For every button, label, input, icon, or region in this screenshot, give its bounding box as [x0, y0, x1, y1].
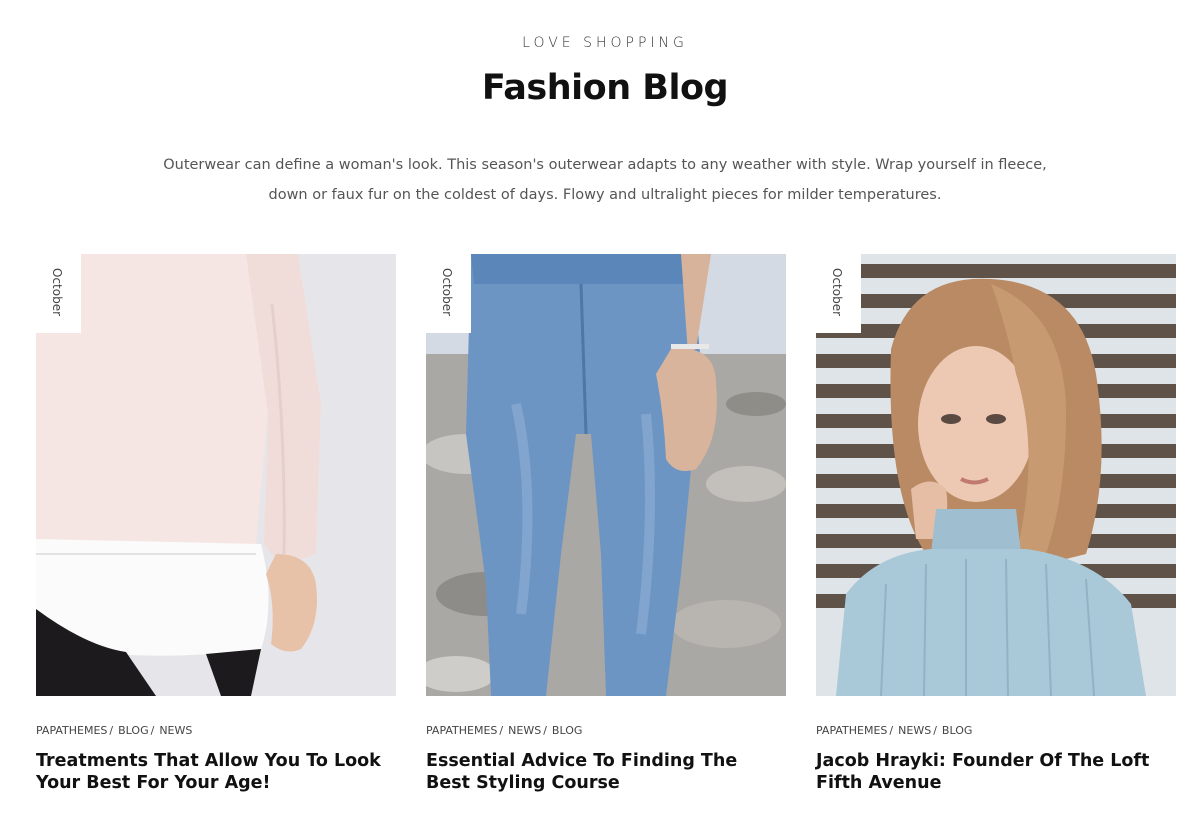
post-image-link[interactable]: October	[816, 254, 1176, 696]
intro-text: Outerwear can define a woman's look. Thi…	[150, 150, 1060, 210]
page-title: Fashion Blog	[481, 68, 729, 108]
date-badge: October	[36, 254, 81, 333]
post-title-link[interactable]: Jacob Hrayki: Founder Of The Loft Fifth …	[816, 750, 1176, 794]
blog-card: October PAPATHEMES / NEWS / BLOG Essential A…	[426, 254, 786, 794]
category-link[interactable]: PAPATHEMES	[426, 724, 497, 737]
blog-card: October PAPATHEMES / BLOG / NEWS Treatments …	[36, 254, 396, 794]
blog-card: October PAPATHEMES / NEWS / BLOG Jacob Hrayk…	[816, 254, 1176, 794]
post-image-link[interactable]: October	[426, 254, 786, 696]
category-link[interactable]: NEWS	[159, 724, 192, 737]
post-title-link[interactable]: Essential Advice To Finding The Best Sty…	[426, 750, 786, 794]
category-link[interactable]: BLOG	[942, 724, 972, 737]
post-image-link[interactable]: October	[36, 254, 396, 696]
post-categories: PAPATHEMES / NEWS / BLOG	[426, 724, 583, 737]
woman-pink-sweater-photo[interactable]	[36, 254, 396, 696]
date-badge: October	[426, 254, 471, 333]
post-date: October	[50, 268, 64, 317]
category-link[interactable]: BLOG	[118, 724, 148, 737]
woman-blue-turtleneck-photo[interactable]	[816, 254, 1176, 696]
intro-line: Outerwear can define a woman's look. Thi…	[163, 157, 1047, 173]
post-date: October	[830, 268, 844, 317]
date-badge: October	[816, 254, 861, 333]
post-categories: PAPATHEMES / BLOG / NEWS	[36, 724, 193, 737]
woman-blue-jeans-photo[interactable]	[426, 254, 786, 696]
category-link[interactable]: BLOG	[552, 724, 582, 737]
category-link[interactable]: NEWS	[898, 724, 931, 737]
post-categories: PAPATHEMES / NEWS / BLOG	[816, 724, 973, 737]
post-date: October	[440, 268, 454, 317]
category-link[interactable]: PAPATHEMES	[36, 724, 107, 737]
post-title-link[interactable]: Treatments That Allow You To Look Your B…	[36, 750, 396, 794]
intro-line: down or faux fur on the coldest of days.…	[268, 187, 942, 203]
category-link[interactable]: PAPATHEMES	[816, 724, 887, 737]
category-link[interactable]: NEWS	[508, 724, 541, 737]
section-eyebrow: LOVE SHOPPING	[522, 35, 688, 51]
